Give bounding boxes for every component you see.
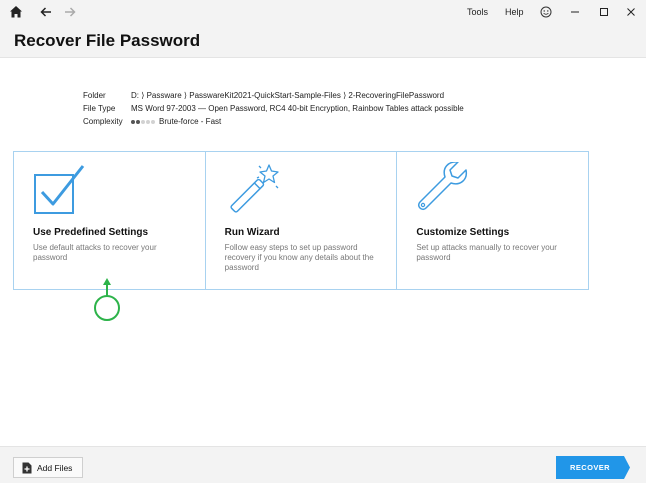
menu-help[interactable]: Help: [505, 7, 524, 17]
arrow-right-icon: [65, 7, 76, 17]
option-description: Set up attacks manually to recover your …: [416, 243, 557, 262]
option-description: Follow easy steps to set up password rec…: [224, 243, 374, 272]
complexity-dot-filled: [136, 119, 140, 124]
home-icon: [10, 6, 22, 18]
recovery-options: Use Predefined Settings Use default atta…: [13, 151, 589, 290]
close-button[interactable]: [620, 2, 642, 22]
option-description: Use default attacks to recover your pass…: [33, 243, 157, 262]
folder-label: Folder: [83, 91, 106, 100]
complexity-label: Complexity: [83, 117, 123, 126]
magic-wand-icon: [230, 164, 279, 213]
complexity-dot-empty: [151, 119, 155, 124]
file-type-label: File Type: [83, 104, 116, 113]
recover-label: RECOVER: [570, 463, 610, 472]
recover-button[interactable]: RECOVER: [556, 456, 630, 479]
file-info: Folder D: ⟩ Passware ⟩ PasswareKit2021-Q…: [83, 89, 464, 128]
page-header: Recover File Password: [0, 25, 646, 58]
add-files-button[interactable]: Add Files: [13, 457, 83, 478]
folder-path: D: ⟩ Passware ⟩ PasswareKit2021-QuickSta…: [131, 91, 445, 100]
file-type-value: MS Word 97-2003 — Open Password, RC4 40-…: [131, 104, 464, 113]
tutorial-pointer-icon: [94, 278, 120, 321]
option-title: Run Wizard: [224, 227, 280, 238]
add-file-icon: [22, 462, 32, 474]
minimize-button[interactable]: [564, 2, 586, 22]
checkbox-check-icon: [34, 165, 85, 214]
smiley-icon: [540, 6, 552, 18]
maximize-icon: [600, 8, 608, 16]
page-title: Recover File Password: [14, 31, 201, 50]
home-button[interactable]: [6, 2, 26, 22]
minimize-icon: [571, 11, 579, 13]
wrench-icon: [418, 162, 468, 211]
menu-tools[interactable]: Tools: [467, 7, 488, 17]
complexity-dot-empty: [141, 119, 145, 124]
option-run-wizard[interactable]: Run Wizard Follow easy steps to set up p…: [204, 152, 397, 289]
close-icon: [627, 8, 635, 16]
back-button[interactable]: [36, 2, 56, 22]
complexity-meter: [131, 119, 155, 124]
file-type-row: File Type MS Word 97-2003 — Open Passwor…: [83, 102, 464, 115]
bottom-bar: Add Files RECOVER: [0, 446, 646, 483]
option-title: Customize Settings: [416, 227, 510, 238]
feedback-button[interactable]: [536, 2, 556, 22]
arrow-left-icon: [40, 7, 51, 17]
option-title: Use Predefined Settings: [33, 227, 149, 238]
option-customize-settings[interactable]: Customize Settings Set up attacks manual…: [396, 152, 588, 289]
complexity-value: Brute-force - Fast: [159, 117, 222, 126]
forward-button[interactable]: [60, 2, 80, 22]
add-files-label: Add Files: [37, 462, 73, 473]
folder-row: Folder D: ⟩ Passware ⟩ PasswareKit2021-Q…: [83, 89, 464, 102]
title-bar: Tools Help: [0, 0, 646, 25]
option-predefined-settings[interactable]: Use Predefined Settings Use default atta…: [14, 152, 205, 289]
complexity-dot-empty: [146, 119, 150, 124]
complexity-dot-filled: [131, 119, 135, 124]
maximize-button[interactable]: [593, 2, 615, 22]
complexity-row: Complexity Brute-force - Fast: [83, 115, 464, 128]
